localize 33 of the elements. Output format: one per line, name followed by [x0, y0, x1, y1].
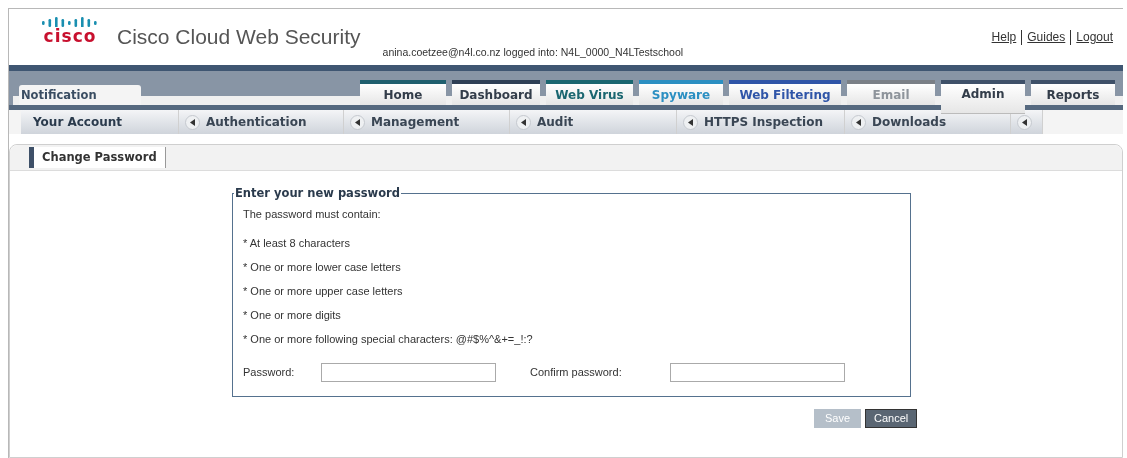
nav-tab[interactable]: Web Virus — [546, 80, 633, 105]
rule-text: * One or more digits — [243, 307, 342, 323]
rule-text: * One or more lower case letters — [243, 259, 402, 275]
arrow-left-icon[interactable] — [851, 114, 866, 130]
nav-tab[interactable]: Admin — [941, 80, 1025, 114]
field-label: Password: — [243, 365, 296, 380]
form-legend: Enter your new password — [234, 185, 401, 203]
intro-text: The password must contain: — [243, 207, 382, 223]
subnav-tab[interactable]: Audit — [537, 113, 574, 131]
nav-tab[interactable]: Home — [360, 80, 446, 105]
arrow-left-icon[interactable] — [350, 114, 365, 130]
nav-tab[interactable]: Web Filtering — [729, 80, 841, 105]
arrow-left-icon[interactable] — [683, 114, 698, 130]
notification-tab[interactable]: Notification — [19, 85, 141, 105]
rule-text: * One or more following special characters: @#$%^&+=_!:? — [243, 331, 534, 347]
cancel-button[interactable]: Cancel — [865, 408, 918, 428]
password-field[interactable] — [321, 362, 496, 382]
login-info: anina.coetzee@n4l.co.nz logged into: N4L_0000_N4LTestschool — [382, 45, 684, 60]
arrow-left-icon[interactable] — [516, 114, 531, 130]
page-tab[interactable]: Change Password — [29, 147, 166, 168]
header-link[interactable]: Logout — [1076, 28, 1113, 46]
field-label: Confirm password: — [530, 365, 623, 380]
header-link[interactable]: Guides — [1027, 28, 1066, 46]
arrow-left-icon[interactable] — [185, 114, 200, 130]
header-link[interactable]: Help — [991, 28, 1017, 46]
arrow-left-icon[interactable] — [1017, 114, 1032, 130]
app-title: Cisco Cloud Web Security — [117, 24, 361, 50]
rule-text: * At least 8 characters — [243, 235, 351, 251]
brand-name: cisco — [43, 27, 97, 45]
password-field[interactable] — [670, 362, 845, 382]
rule-text: * One or more upper case letters — [243, 283, 404, 299]
nav-tab[interactable]: Dashboard — [452, 80, 540, 105]
nav-tab[interactable]: Reports — [1031, 80, 1115, 105]
